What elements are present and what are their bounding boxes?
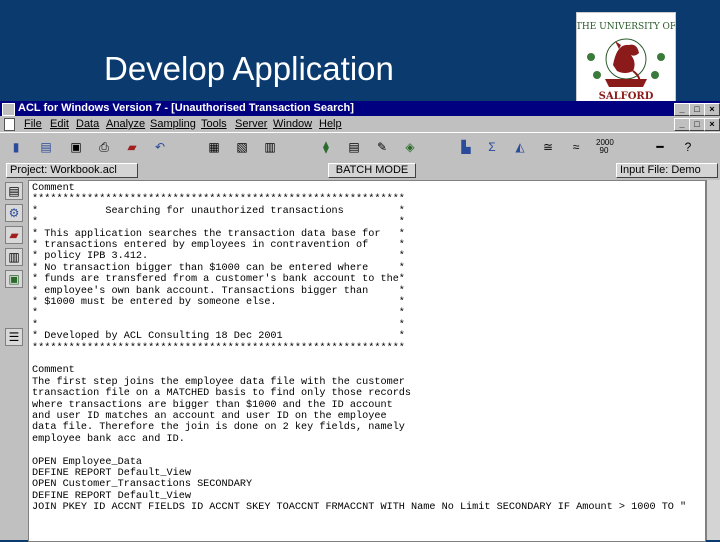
- sum-icon[interactable]: Σ: [484, 139, 500, 155]
- code-line: * This application searches the transact…: [32, 228, 405, 240]
- verify-icon[interactable]: ▤: [346, 139, 362, 155]
- help-icon[interactable]: ?: [680, 139, 696, 155]
- code-line: * *: [32, 319, 405, 331]
- acl-window: ACL for Windows Version 7 - [Unauthorise…: [0, 101, 720, 542]
- filter-icon[interactable]: ⧫: [318, 139, 334, 155]
- batch-mode-field[interactable]: BATCH MODE: [328, 163, 416, 178]
- menu-help[interactable]: Help: [319, 118, 342, 130]
- chart-icon[interactable]: ▣: [5, 270, 23, 288]
- grid-icon[interactable]: ▥: [5, 248, 23, 266]
- menubar: File Edit Data Analyze Sampling Tools Se…: [0, 116, 720, 132]
- menu-window[interactable]: Window: [273, 118, 312, 130]
- report-icon[interactable]: ▦: [206, 139, 222, 155]
- sidebar: ▤ ⚙ ▰ ▥ ▣ ☰: [0, 180, 26, 540]
- code-line: * *: [32, 217, 405, 229]
- code-line: JOIN PKEY ID ACCNT FIELDS ID ACCNT SKEY …: [32, 502, 687, 514]
- project-field[interactable]: Project: Workbook.acl: [6, 163, 138, 178]
- code-line: and user ID matches an account and user …: [32, 411, 387, 422]
- app-icon[interactable]: [2, 103, 15, 116]
- undo-icon[interactable]: ↶: [152, 139, 168, 155]
- code-line: where transactions are bigger than $1000…: [32, 399, 393, 411]
- menu-sampling[interactable]: Sampling: [150, 118, 196, 130]
- print-icon[interactable]: ⎙: [96, 139, 112, 155]
- code-line: * employee's own bank account. Transacti…: [32, 285, 405, 297]
- code-line: Comment: [32, 183, 75, 194]
- code-line: * policy IPB 3.412. *: [32, 251, 405, 263]
- code-line: Comment: [32, 365, 75, 377]
- sort-icon[interactable]: ≅: [540, 139, 556, 155]
- bookmark-icon[interactable]: ▰: [124, 139, 140, 155]
- edit-icon[interactable]: ✎: [374, 139, 390, 155]
- code-line: ****************************************…: [32, 342, 405, 354]
- code-line: * $1000 must be entered by someone else.…: [32, 297, 405, 308]
- extract-icon[interactable]: ◈: [402, 139, 418, 155]
- menu-file[interactable]: File: [24, 118, 42, 130]
- code-line: The first step joins the employee data f…: [32, 376, 405, 388]
- code-line: data file. Therefore the join is done on…: [32, 422, 405, 434]
- code-line: * *: [32, 308, 405, 320]
- overview-icon[interactable]: ▤: [5, 182, 23, 200]
- doc-minimize-button[interactable]: _: [674, 118, 690, 131]
- graph-icon[interactable]: ◭: [512, 139, 528, 155]
- toolbar: ▮ ▤ ▣ ⎙ ▰ ↶ ▦ ▧ ▥ ⧫ ▤ ✎ ◈ ▙ Σ ◭ ≅ ≈ 2000…: [0, 132, 720, 162]
- code-line: transaction file on a MATCHED basis to f…: [32, 388, 412, 400]
- script-editor[interactable]: Comment ********************************…: [28, 180, 706, 542]
- table-icon[interactable]: ▥: [262, 139, 278, 155]
- document-icon[interactable]: [4, 118, 15, 131]
- window-titlebar[interactable]: ACL for Windows Version 7 - [Unauthorise…: [0, 101, 720, 116]
- menu-edit[interactable]: Edit: [50, 118, 69, 130]
- menu-server[interactable]: Server: [235, 118, 267, 130]
- code-line: * Developed by ACL Consulting 18 Dec 200…: [32, 331, 405, 343]
- history-icon[interactable]: ▧: [234, 139, 250, 155]
- maximize-button[interactable]: □: [689, 103, 705, 116]
- menu-tools[interactable]: Tools: [201, 118, 227, 130]
- salford-crest-icon: THE UNIVERSITY OF SALFORD: [576, 22, 676, 102]
- code-line: DEFINE REPORT Default_View: [32, 490, 191, 502]
- code-line: * Searching for unauthorized transaction…: [32, 205, 405, 217]
- vertical-scrollbar[interactable]: [706, 180, 720, 540]
- input-file-field[interactable]: Input File: Demo: [616, 163, 718, 178]
- menu-data[interactable]: Data: [76, 118, 99, 130]
- university-logo: THE UNIVERSITY OF SALFORD: [576, 12, 676, 104]
- doc-close-button[interactable]: ×: [704, 118, 720, 131]
- open-icon[interactable]: ▮: [8, 139, 24, 155]
- pencil-icon[interactable]: ━: [652, 139, 668, 155]
- code-line: * funds are transfered from a customer's…: [32, 274, 405, 286]
- batch-icon[interactable]: ▰: [5, 226, 23, 244]
- code-line: DEFINE REPORT Default_View: [32, 468, 191, 479]
- tools-icon[interactable]: ⚙: [5, 204, 23, 222]
- window-title: ACL for Windows Version 7 - [Unauthorise…: [18, 102, 354, 114]
- save-icon[interactable]: ▤: [38, 139, 54, 155]
- code-line: OPEN Employee_Data: [32, 456, 143, 468]
- stratify-icon[interactable]: ▙: [458, 139, 474, 155]
- code-line: * No transaction bigger than $1000 can b…: [32, 262, 405, 274]
- slide-header: Develop Application THE UNIVERSITY OF SA…: [0, 0, 720, 104]
- logo-text-top: THE UNIVERSITY OF: [577, 22, 675, 32]
- close-button[interactable]: ×: [704, 103, 720, 116]
- slide-title: Develop Application: [104, 50, 394, 87]
- doc-maximize-button[interactable]: □: [689, 118, 705, 131]
- code-line: employee bank acc and ID.: [32, 433, 185, 445]
- code-line: ****************************************…: [32, 194, 405, 206]
- duplicates-icon[interactable]: ≈: [568, 139, 584, 155]
- code-line: OPEN Customer_Transactions SECONDARY: [32, 479, 253, 491]
- index-icon[interactable]: ☰: [5, 328, 23, 346]
- view-file-icon[interactable]: ▣: [68, 139, 84, 155]
- code-line: * transactions entered by employees in c…: [32, 240, 405, 251]
- menu-analyze[interactable]: Analyze: [106, 118, 145, 130]
- year2000-icon[interactable]: 2000 90: [596, 139, 614, 155]
- status-row: Project: Workbook.acl BATCH MODE Input F…: [0, 160, 720, 180]
- minimize-button[interactable]: _: [674, 103, 690, 116]
